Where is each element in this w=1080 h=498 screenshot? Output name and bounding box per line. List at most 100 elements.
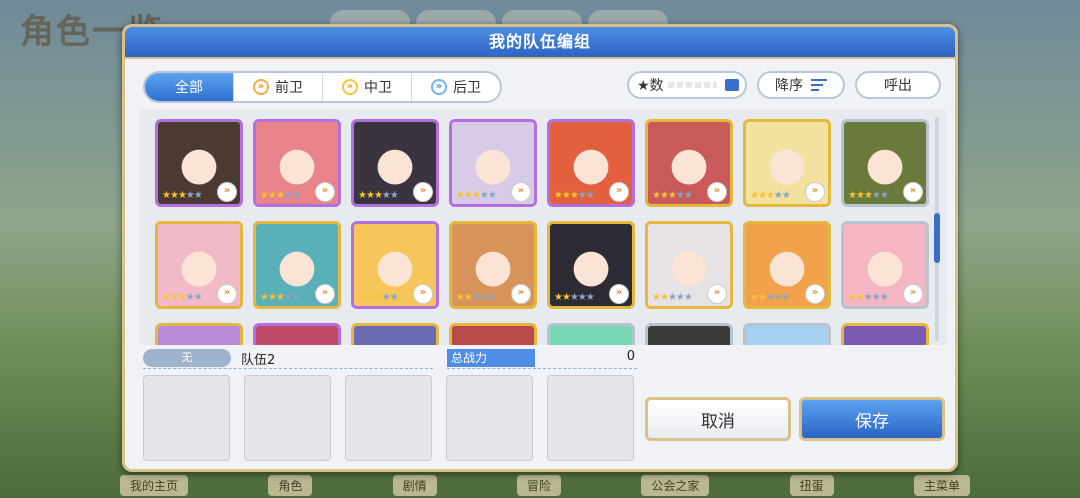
sort-order-label: 降序 — [775, 78, 803, 94]
character-grid: ★★★★★ » ★★★★★ » ★★★★★ » ★★★★★ » ★★★★★ » ★★★★★ » ★★★★… — [155, 119, 929, 345]
background-nav-item: 扭蛋 — [789, 474, 834, 496]
sort-key-button[interactable]: ★数 — [627, 71, 747, 99]
character-card[interactable]: ★★★★★ » — [449, 221, 537, 309]
character-card[interactable]: ★★★★★ » — [253, 221, 341, 309]
filter-all-label: 全部 — [175, 80, 203, 96]
filter-middle-label: 中卫 — [364, 80, 392, 96]
position-chevron-icon: » — [609, 284, 629, 304]
front-chevron-icon: » — [253, 79, 269, 95]
character-card[interactable]: ★★★★★» — [351, 119, 439, 207]
rarity-stars: ★★★★★ — [652, 190, 693, 201]
position-chevron-icon: » — [413, 182, 433, 202]
position-chevron-icon: » — [805, 182, 825, 202]
rarity-stars: ★★★★★ — [260, 292, 301, 303]
character-card[interactable]: ★★★★★ » — [743, 221, 831, 309]
character-card[interactable]: ★★★★★» — [547, 323, 635, 345]
background-nav-bar: 我的主页 角色 剧情 冒险 公会之家 扭蛋 主菜单 — [120, 472, 970, 498]
position-filter: 全部 » 前卫 » 中卫 » 后卫 — [143, 71, 502, 103]
character-portrait — [648, 326, 730, 345]
rarity-stars: ★★★★★ — [848, 190, 889, 201]
total-power-label: 总战力 — [447, 349, 535, 367]
position-chevron-icon: » — [707, 284, 727, 304]
character-card[interactable]: ★★★★★» — [645, 323, 733, 345]
save-button[interactable]: 保存 — [799, 397, 945, 441]
team-slot-4[interactable] — [446, 375, 533, 461]
background-nav-item: 角色 — [268, 474, 313, 496]
character-portrait — [256, 326, 338, 345]
divider — [143, 368, 433, 369]
total-power-value: 0 — [626, 349, 635, 364]
team-slot-3[interactable] — [345, 375, 432, 461]
rarity-stars: ★★★★★ — [456, 292, 497, 303]
filter-all[interactable]: 全部 — [145, 73, 234, 101]
filter-back-label: 后卫 — [453, 80, 481, 96]
character-card[interactable]: ★★★★★ » — [645, 221, 733, 309]
rarity-stars: ★★★★★ — [162, 190, 203, 201]
character-card[interactable]: ★★★★★ » — [743, 119, 831, 207]
character-portrait — [452, 326, 534, 345]
filter-front[interactable]: » 前卫 — [234, 73, 323, 101]
character-card[interactable]: ★★★★★ » — [841, 119, 929, 207]
character-card[interactable]: ★★★★★» — [155, 323, 243, 345]
character-portrait — [844, 326, 926, 345]
character-card[interactable]: ★★★★★ » — [155, 221, 243, 309]
character-card[interactable]: ★★★★★» — [449, 323, 537, 345]
character-card[interactable]: ★★★★★» — [351, 323, 439, 345]
background-nav-item: 主菜单 — [913, 474, 970, 496]
rarity-stars: ★★★★★ — [358, 292, 399, 303]
rarity-stars: ★★★★★ — [848, 292, 889, 303]
character-card[interactable]: ★★★★★ » — [253, 119, 341, 207]
position-chevron-icon: » — [805, 284, 825, 304]
character-card[interactable]: ★★★★★» — [743, 323, 831, 345]
character-card[interactable]: ★★★★★» — [841, 323, 929, 345]
character-card[interactable]: ★★★★★ » — [841, 221, 929, 309]
sort-order-button[interactable]: 降序 — [757, 71, 845, 99]
position-chevron-icon: » — [413, 284, 433, 304]
position-chevron-icon: » — [217, 284, 237, 304]
character-card[interactable]: ★★★★★» — [155, 119, 243, 207]
character-portrait — [354, 326, 436, 345]
rarity-stars: ★★★★★ — [456, 190, 497, 201]
character-card[interactable]: ★★★★★» — [547, 119, 635, 207]
team-slot-5[interactable] — [547, 375, 634, 461]
team-tag[interactable]: 无 — [143, 349, 231, 367]
position-chevron-icon: » — [511, 284, 531, 304]
background-nav-item: 我的主页 — [120, 474, 189, 496]
scrollbar[interactable] — [934, 117, 940, 341]
rarity-stars: ★★★★★ — [750, 292, 791, 303]
character-portrait — [550, 326, 632, 345]
call-out-label: 呼出 — [884, 78, 912, 94]
character-portrait — [746, 326, 828, 345]
call-out-button[interactable]: 呼出 — [855, 71, 941, 99]
character-grid-area[interactable]: ★★★★★ » ★★★★★ » ★★★★★ » ★★★★★ » ★★★★★ » ★★★★★ » ★★★★… — [139, 109, 947, 345]
rarity-stars: ★★★★★ — [162, 292, 203, 303]
mid-chevron-icon: » — [342, 79, 358, 95]
scrollbar-thumb[interactable] — [934, 213, 940, 263]
sort-window-icon — [725, 79, 739, 91]
team-slot-2[interactable] — [244, 375, 331, 461]
character-card[interactable]: ★★★★★» — [547, 221, 635, 309]
position-chevron-icon: » — [903, 284, 923, 304]
team-name: 队伍2 — [241, 353, 276, 368]
character-card[interactable]: ★★★★★» — [449, 119, 537, 207]
character-card[interactable]: ★★★★★ » — [351, 221, 439, 309]
character-portrait — [158, 326, 240, 345]
position-chevron-icon: » — [609, 182, 629, 202]
character-card[interactable]: ★★★★★ » — [645, 119, 733, 207]
rarity-stars: ★★★★★ — [260, 190, 301, 201]
character-card[interactable]: ★★★★★» — [253, 323, 341, 345]
back-chevron-icon: » — [431, 79, 447, 95]
rarity-stars: ★★★★★ — [750, 190, 791, 201]
position-chevron-icon: » — [707, 182, 727, 202]
filter-middle[interactable]: » 中卫 — [323, 73, 412, 101]
position-chevron-icon: » — [315, 284, 335, 304]
position-chevron-icon: » — [315, 182, 335, 202]
sort-key-dots — [667, 82, 717, 88]
filter-back[interactable]: » 后卫 — [412, 73, 500, 101]
position-chevron-icon: » — [903, 182, 923, 202]
background-nav-item: 公会之家 — [641, 474, 710, 496]
cancel-button[interactable]: 取消 — [645, 397, 791, 441]
team-slot-1[interactable] — [143, 375, 230, 461]
sort-lines-icon — [811, 79, 827, 91]
rarity-stars: ★★★★★ — [652, 292, 693, 303]
